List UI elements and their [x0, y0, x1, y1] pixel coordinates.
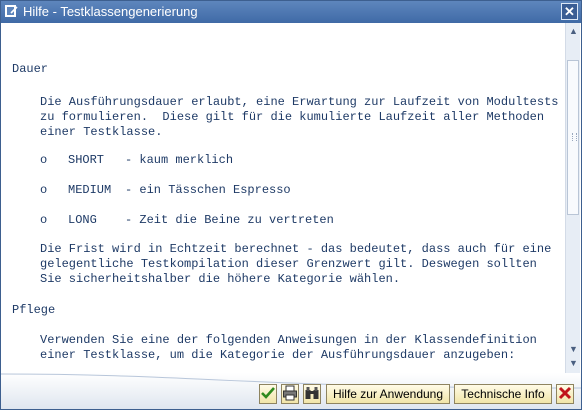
title-bar: Hilfe - Testklassengenerierung ✕: [1, 1, 581, 23]
bullet-text: - kaum merklich: [125, 153, 234, 167]
bullet-long: o LONG - Zeit die Beine zu vertreten: [40, 213, 334, 227]
bullet-key: MEDIUM: [68, 183, 112, 197]
intro-paragraph: Die Ausführungsdauer erlaubt, eine Erwar…: [40, 95, 558, 140]
bullet-marker: o: [40, 183, 48, 197]
text-line: einer Testklasse.: [40, 125, 163, 139]
text-line: Verwenden Sie eine der folgenden Anweisu…: [40, 333, 537, 347]
bullet-medium: o MEDIUM - ein Tässchen Espresso: [40, 183, 291, 197]
scroll-down-button[interactable]: ▼: [567, 343, 580, 356]
bullet-short: o SHORT - kaum merklich: [40, 153, 233, 167]
find-button[interactable]: [303, 384, 321, 404]
text-line: Sie sicherheitshalber die höhere Kategor…: [40, 272, 401, 286]
cancel-button[interactable]: [556, 384, 574, 404]
printer-icon: [283, 385, 297, 401]
bullet-marker: o: [40, 213, 48, 227]
frist-paragraph: Die Frist wird in Echtzeit berechnet - d…: [40, 242, 551, 287]
section-heading-dauer: Dauer: [12, 62, 49, 76]
arrow-down-end-icon: ▼: [569, 358, 578, 368]
binoculars-icon: [305, 387, 319, 399]
text-line: einer Testklasse, um die Kategorie der A…: [40, 348, 516, 362]
bullet-text: - ein Tässchen Espresso: [125, 183, 291, 197]
technical-info-button[interactable]: Technische Info: [454, 384, 552, 404]
bullet-marker: o: [40, 153, 48, 167]
confirm-button[interactable]: [259, 384, 277, 404]
arrow-up-icon: ▲: [569, 26, 578, 36]
close-window-button[interactable]: ✕: [561, 3, 578, 20]
arrow-down-icon: ▼: [569, 344, 578, 354]
pflege-paragraph: Verwenden Sie eine der folgenden Anweisu…: [40, 333, 537, 363]
text-line: Die Ausführungsdauer erlaubt, eine Erwar…: [40, 95, 559, 109]
print-button[interactable]: [281, 384, 299, 404]
grip-icon: [572, 133, 577, 141]
cancel-x-icon: [558, 386, 572, 400]
help-application-button[interactable]: Hilfe zur Anwendung: [326, 384, 450, 404]
footer-toolbar: Hilfe zur Anwendung Technische Info: [1, 373, 581, 409]
text-line: zu formulieren. Diese gilt für die kumul…: [40, 110, 545, 124]
bullet-key: SHORT: [68, 153, 105, 167]
scroll-up-button[interactable]: ▲: [567, 25, 580, 38]
dialog-app-icon: [5, 5, 18, 17]
text-line: Die Frist wird in Echtzeit berechnet - d…: [40, 242, 552, 256]
vertical-scrollbar[interactable]: ▲ ▼ ▼: [565, 23, 580, 373]
scroll-thumb[interactable]: [567, 60, 579, 215]
checkmark-icon: [261, 387, 275, 399]
window-title: Hilfe - Testklassengenerierung: [23, 4, 198, 19]
bullet-key: LONG: [68, 213, 97, 227]
help-text-area: Dauer Die Ausführungsdauer erlaubt, eine…: [1, 23, 566, 373]
bullet-text: - Zeit die Beine zu vertreten: [125, 213, 334, 227]
close-icon: ✕: [564, 4, 575, 19]
text-line: gelegentliche Testkompilation dieser Gre…: [40, 257, 537, 271]
section-heading-pflege: Pflege: [12, 303, 56, 317]
scroll-page-down-button[interactable]: ▼: [567, 357, 580, 370]
help-dialog: Hilfe - Testklassengenerierung ✕ Dauer D…: [0, 0, 582, 410]
